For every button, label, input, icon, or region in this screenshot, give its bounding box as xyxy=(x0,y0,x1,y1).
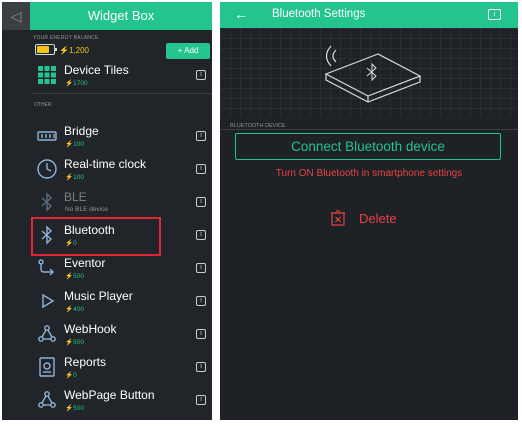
widget-box-panel: ◁ Widget Box YOUR ENERGY BALANCE ⚡1,200 … xyxy=(2,2,212,420)
info-icon[interactable]: i xyxy=(196,70,206,80)
info-icon[interactable]: i xyxy=(196,197,206,207)
widget-item-webpage-button[interactable]: WebPage Button ⚡500 i xyxy=(30,384,212,417)
widget-price: ⚡100 xyxy=(65,174,84,181)
delete-button[interactable]: Delete xyxy=(359,211,397,226)
info-icon[interactable]: i xyxy=(196,263,206,273)
info-icon[interactable]: i xyxy=(196,395,206,405)
tiles-icon xyxy=(36,65,58,86)
bluetooth-selection-highlight xyxy=(31,217,161,256)
add-energy-button[interactable]: + Add xyxy=(166,43,210,59)
info-icon[interactable]: i xyxy=(196,230,206,240)
section-divider xyxy=(32,93,212,94)
reports-icon xyxy=(36,356,58,378)
widget-name: Device Tiles xyxy=(64,65,129,77)
widget-name: Bridge xyxy=(64,124,99,138)
bridge-icon xyxy=(36,125,58,147)
info-icon[interactable]: i xyxy=(196,164,206,174)
info-icon[interactable]: i xyxy=(196,296,206,306)
widget-item-reports[interactable]: Reports ⚡0 i xyxy=(30,351,212,384)
battery-icon xyxy=(35,44,57,55)
bluetooth-device-illustration xyxy=(324,45,422,103)
webhook-icon xyxy=(36,389,58,411)
widget-name: Real-time clock xyxy=(64,157,147,171)
widget-name: WebHook xyxy=(64,322,117,336)
widget-box-topbar: ◁ Widget Box xyxy=(2,2,212,30)
back-icon[interactable]: ◁ xyxy=(2,2,30,30)
bluetooth-settings-panel: ← Bluetooth Settings i BLUETOOTH DEVICE … xyxy=(220,2,518,420)
widget-item-bridge[interactable]: Bridge ⚡100 i xyxy=(30,120,212,153)
info-icon[interactable]: i xyxy=(196,329,206,339)
widget-item-ble[interactable]: BLE No BLE device i xyxy=(30,186,212,219)
bluetooth-warning-text: Turn ON Bluetooth in smartphone settings xyxy=(275,168,463,179)
widget-price: ⚡400 xyxy=(65,306,84,313)
eventor-icon xyxy=(36,257,58,279)
settings-title: Bluetooth Settings xyxy=(272,8,366,20)
widget-item-eventor[interactable]: Eventor ⚡500 i xyxy=(30,252,212,285)
widget-name: WebPage Button xyxy=(64,388,155,402)
section-label-other: OTHER xyxy=(34,102,52,108)
widget-price: ⚡100 xyxy=(65,141,84,148)
settings-header: ← Bluetooth Settings i xyxy=(220,2,518,28)
play-icon xyxy=(36,290,58,312)
info-icon[interactable]: i xyxy=(196,131,206,141)
battery-knob xyxy=(55,48,57,51)
energy-balance-label: YOUR ENERGY BALANCE xyxy=(33,35,99,41)
info-icon[interactable]: i xyxy=(196,362,206,372)
widget-item-real-time-clock[interactable]: Real-time clock ⚡100 i xyxy=(30,153,212,186)
delete-icon[interactable] xyxy=(330,210,346,226)
widget-name: Music Player xyxy=(64,289,133,303)
info-icon[interactable]: i xyxy=(488,9,501,20)
clock-icon xyxy=(36,158,58,180)
widget-price: No BLE device xyxy=(65,206,108,213)
back-arrow-icon[interactable]: ← xyxy=(234,6,248,22)
widget-price: ⚡500 xyxy=(65,405,84,412)
connect-bluetooth-button[interactable]: Connect Bluetooth device xyxy=(235,133,501,160)
widget-name: Eventor xyxy=(64,256,106,270)
widget-price: ⚡500 xyxy=(65,273,84,280)
webhook-icon xyxy=(36,323,58,345)
widget-price: ⚡1700 xyxy=(65,80,88,87)
widget-name: Reports xyxy=(64,355,107,369)
widget-price: ⚡0 xyxy=(65,372,77,379)
section-divider xyxy=(220,129,518,130)
widget-box-title: Widget Box xyxy=(30,2,212,30)
ble-icon xyxy=(36,191,58,213)
widget-item-device-tiles[interactable]: Device Tiles ⚡1700 i xyxy=(30,65,212,92)
widget-name: BLE xyxy=(64,190,87,204)
widget-item-webhook[interactable]: WebHook ⚡500 i xyxy=(30,318,212,351)
widget-item-music-player[interactable]: Music Player ⚡400 i xyxy=(30,285,212,318)
energy-level-fill xyxy=(37,46,49,53)
energy-balance-value: ⚡1,200 xyxy=(59,46,89,55)
widget-preview-grid xyxy=(220,28,518,116)
widget-price: ⚡500 xyxy=(65,339,84,346)
